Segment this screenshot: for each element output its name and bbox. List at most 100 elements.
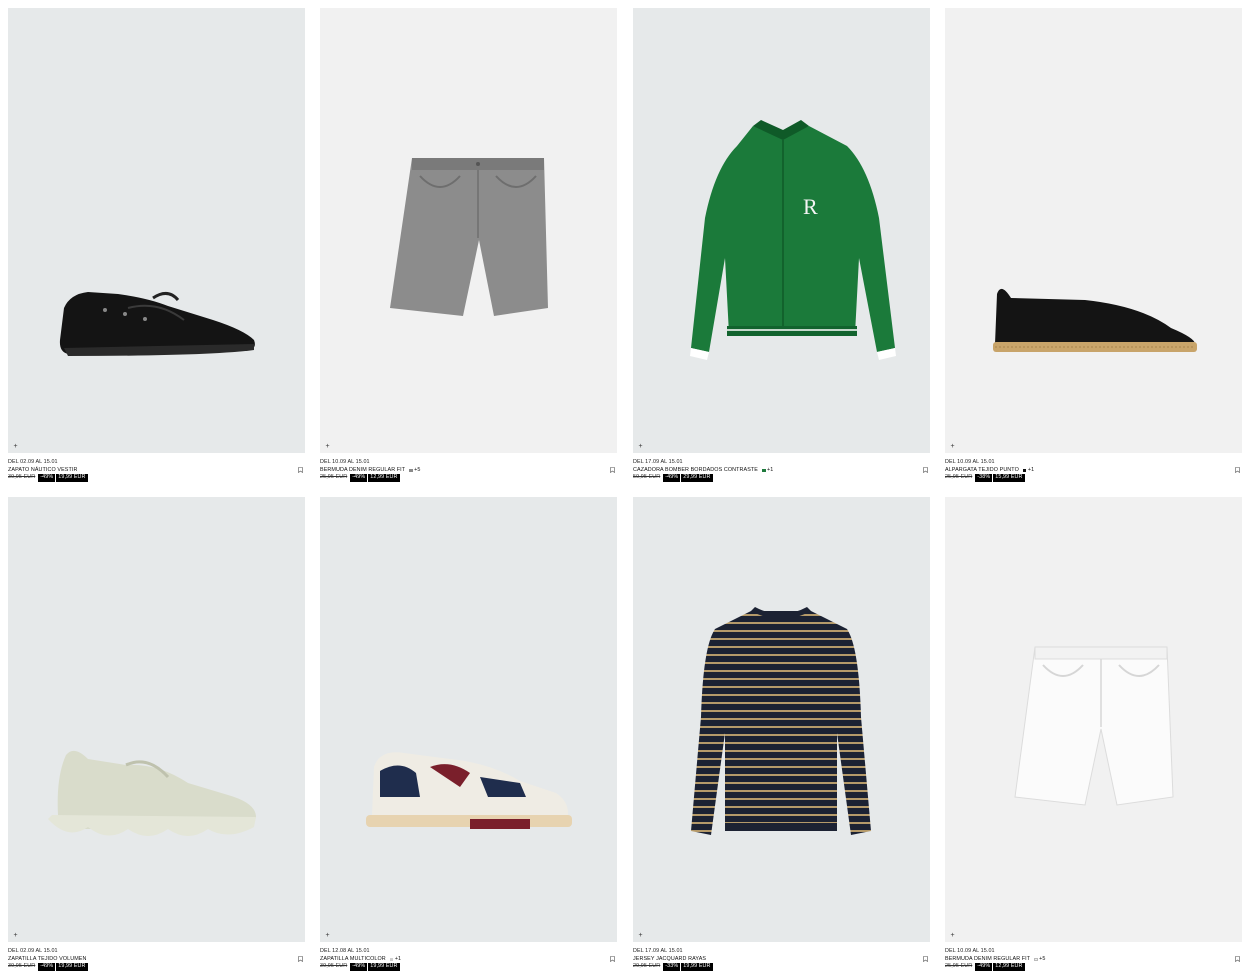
multicolor-sneaker-icon [366,752,572,829]
add-icon[interactable]: + [637,443,644,450]
product-name[interactable]: JERSEY JACQUARD RAYAS [633,956,706,964]
discount-badge: -38% [975,474,993,482]
discount-badge: -49% [38,963,56,971]
more-colors-count[interactable]: +1 [767,467,773,475]
striped-sweater-icon [691,607,871,835]
color-swatch[interactable] [762,468,766,473]
price-row: 59,95 EUR -49% 29,99 EUR [633,474,930,482]
product-name[interactable]: CAZADORA BOMBER BORDADOS CONTRASTE [633,467,758,475]
product-info: DEL 10.09 AL 15.01 BERMUDA DENIM REGULAR… [945,948,1242,971]
product-name[interactable]: ALPARGATA TEJIDO PUNTO [945,467,1019,475]
discount-badge: -49% [350,474,368,482]
product-image[interactable]: R + [633,8,930,453]
white-shorts-icon [1014,646,1174,806]
promo-date: DEL 02.09 AL 15.01 [8,948,58,954]
product-name[interactable]: BERMUDA DENIM REGULAR FIT [945,956,1030,964]
old-price: 25,95 EUR [945,474,973,481]
product-name[interactable]: ZAPATO NÁUTICO VESTIR [8,467,78,475]
sale-price: 19,99 EUR [681,963,713,971]
price-row: 29,95 EUR -33% 19,99 EUR [633,963,930,971]
color-swatch[interactable] [389,957,394,962]
denim-shorts-icon [390,158,548,316]
old-price: 39,95 EUR [8,963,36,970]
add-icon[interactable]: + [949,443,956,450]
add-icon[interactable]: + [12,932,19,939]
product-info: DEL 02.09 AL 15.01 ZAPATILLA TEJIDO VOLU… [8,948,305,971]
product-info: DEL 17.09 AL 15.01 CAZADORA BOMBER BORDA… [633,459,930,482]
product-info: DEL 10.09 AL 15.01 ALPARGATA TEJIDO PUNT… [945,459,1242,482]
sale-price: 15,99 EUR [993,474,1025,482]
product-image[interactable]: + [320,8,617,453]
bookmark-icon[interactable] [298,956,303,962]
old-price: 25,95 EUR [945,963,973,970]
price-row: 39,95 EUR -49% 19,99 EUR [8,963,305,971]
bookmark-icon[interactable] [610,956,615,962]
old-price: 39,95 EUR [8,474,36,481]
promo-date: DEL 17.09 AL 15.01 [633,948,683,954]
promo-date: DEL 10.09 AL 15.01 [945,459,995,465]
old-price: 59,95 EUR [633,474,661,481]
price-row: 25,95 EUR -49% 12,99 EUR [945,963,1242,971]
sale-price: 19,99 EUR [56,474,88,482]
product-image[interactable]: + [945,8,1242,453]
discount-badge: -49% [38,474,56,482]
sale-price: 19,99 EUR [368,963,400,971]
promo-date: DEL 12.08 AL 15.01 [320,948,370,954]
color-swatch[interactable] [409,468,413,473]
product-info: DEL 02.09 AL 15.01 ZAPATO NÁUTICO VESTIR… [8,459,305,482]
product-image[interactable]: + [320,497,617,942]
more-colors-count[interactable]: +5 [414,467,420,475]
espadrille-icon [993,288,1197,352]
knit-sneaker-icon [48,750,256,836]
more-colors-count[interactable]: +1 [395,956,401,964]
product-image[interactable]: + [8,8,305,453]
old-price: 39,95 EUR [320,963,348,970]
sale-price: 12,99 EUR [368,474,400,482]
product-info: DEL 17.09 AL 15.01 JERSEY JACQUARD RAYAS… [633,948,930,971]
color-swatch[interactable] [1034,957,1038,962]
add-icon[interactable]: + [324,932,331,939]
bookmark-icon[interactable] [923,467,928,473]
product-name[interactable]: ZAPATILLA TEJIDO VOLUMEN [8,956,87,964]
sale-price: 12,99 EUR [993,963,1025,971]
product-info: DEL 10.09 AL 15.01 BERMUDA DENIM REGULAR… [320,459,617,482]
price-row: 25,95 EUR -38% 15,99 EUR [945,474,1242,482]
bomber-jacket-icon: R [690,120,896,360]
color-swatch[interactable] [1022,468,1027,473]
product-name[interactable]: ZAPATILLA MULTICOLOR [320,956,386,964]
more-colors-count[interactable]: +1 [1028,467,1034,475]
add-icon[interactable]: + [12,443,19,450]
promo-date: DEL 10.09 AL 15.01 [945,948,995,954]
add-icon[interactable]: + [949,932,956,939]
price-row: 25,95 EUR -49% 12,99 EUR [320,474,617,482]
sale-price: 29,99 EUR [681,474,713,482]
bookmark-icon[interactable] [298,467,303,473]
more-colors-count[interactable]: +5 [1039,956,1045,964]
svg-text:R: R [803,194,818,219]
discount-badge: -49% [663,474,681,482]
bookmark-icon[interactable] [1235,467,1240,473]
promo-date: DEL 10.09 AL 15.01 [320,459,370,465]
promo-date: DEL 02.09 AL 15.01 [8,459,58,465]
sale-price: 19,99 EUR [56,963,88,971]
discount-badge: -49% [350,963,368,971]
promo-date: DEL 17.09 AL 15.01 [633,459,683,465]
bookmark-icon[interactable] [610,467,615,473]
discount-badge: -33% [663,963,681,971]
price-row: 39,95 EUR -49% 19,99 EUR [8,474,305,482]
bookmark-icon[interactable] [1235,956,1240,962]
product-info: DEL 12.08 AL 15.01 ZAPATILLA MULTICOLOR … [320,948,617,971]
add-icon[interactable]: + [637,932,644,939]
boat-shoe-icon [59,292,255,356]
bookmark-icon[interactable] [923,956,928,962]
product-name[interactable]: BERMUDA DENIM REGULAR FIT [320,467,405,475]
old-price: 29,95 EUR [633,963,661,970]
product-grid: + DEL 02.09 AL 15.01 ZAPATO NÁUTICO VEST… [0,0,1250,978]
discount-badge: -49% [975,963,993,971]
product-image[interactable]: + [8,497,305,942]
product-image[interactable]: + [945,497,1242,942]
price-row: 39,95 EUR -49% 19,99 EUR [320,963,617,971]
old-price: 25,95 EUR [320,474,348,481]
add-icon[interactable]: + [324,443,331,450]
product-image[interactable]: + [633,497,930,942]
